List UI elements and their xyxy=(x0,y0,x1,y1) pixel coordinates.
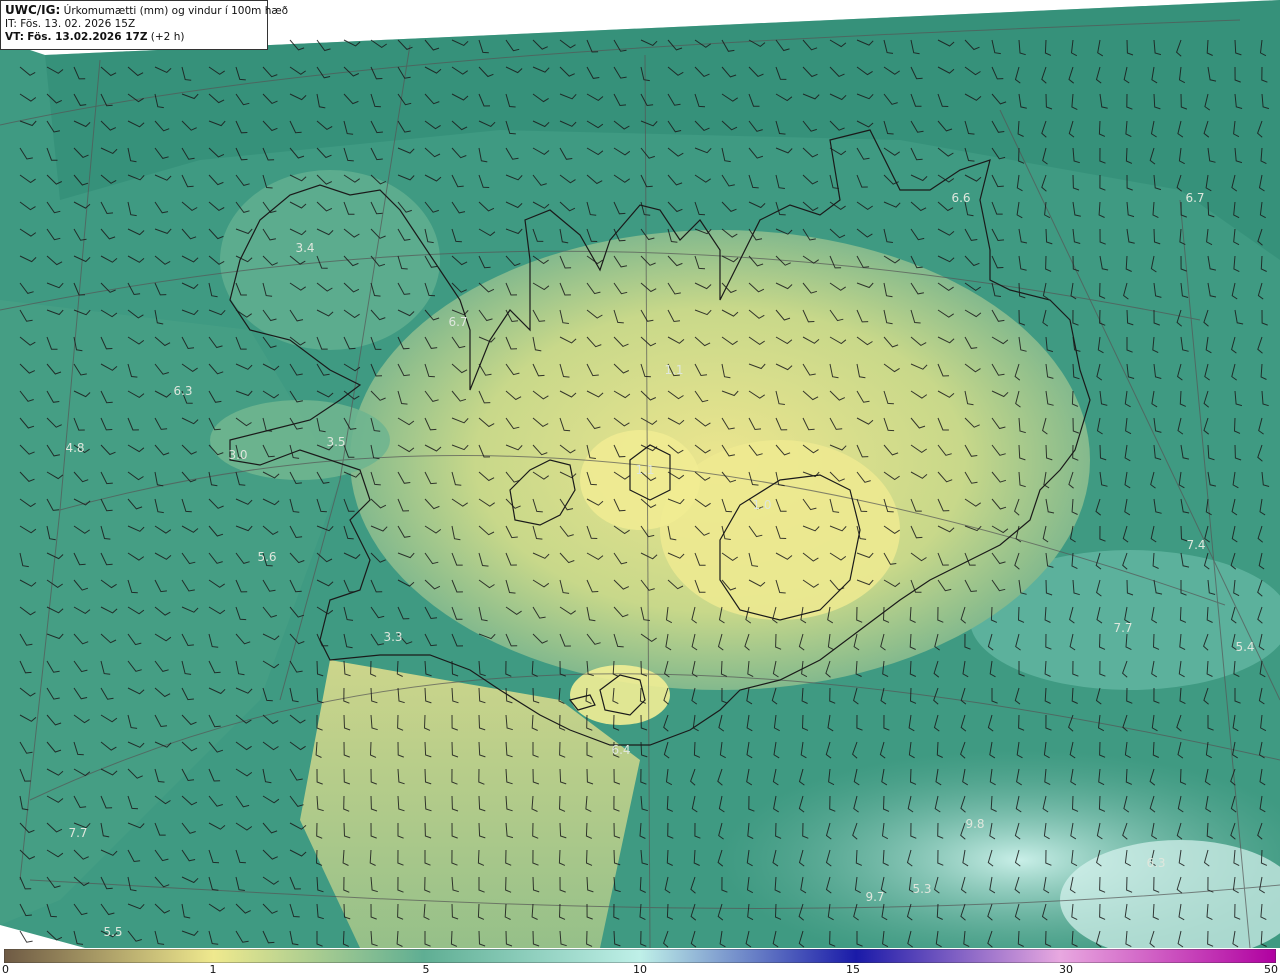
valid-time-offset: (+2 h) xyxy=(150,31,185,43)
title-text: Úrkomumætti (mm) og vindur í 100m hæð xyxy=(63,5,289,17)
map-title: UWC/IG: Úrkomumætti (mm) og vindur í 100… xyxy=(5,3,288,18)
map-value-label: 6.7 xyxy=(448,315,468,329)
map-value-label: 9.8 xyxy=(965,817,985,831)
info-box: UWC/IG: Úrkomumætti (mm) og vindur í 100… xyxy=(0,0,288,50)
map-value-label: 1.0 xyxy=(752,498,772,512)
colorbar-tick-label: 50 xyxy=(1264,963,1278,976)
map-value-label: 5.3 xyxy=(912,882,932,896)
map-value-label: 6.3 xyxy=(173,384,193,398)
map-value-label: 3.4 xyxy=(295,241,315,255)
map-value-label: 3.5 xyxy=(326,435,346,449)
map-value-label: 6.3 xyxy=(1146,856,1166,870)
colorbar-tick-label: 15 xyxy=(846,963,860,976)
map-value-label: 5.5 xyxy=(103,925,123,939)
map-value-label: 9.7 xyxy=(865,890,885,904)
valid-time-prefix: VT: xyxy=(5,31,24,43)
map-value-label: 3.0 xyxy=(228,448,248,462)
init-time: IT: Fös. 13. 02. 2026 15Z xyxy=(5,18,136,30)
map-value-label: 3.3 xyxy=(383,630,403,644)
map-value-label: 1.1 xyxy=(635,463,655,477)
map-value-label: 4.8 xyxy=(65,441,85,455)
map-value-label: 7.4 xyxy=(1186,538,1206,552)
product-code: UWC/IG: xyxy=(5,3,61,17)
map-value-label: 6.4 xyxy=(611,743,631,757)
colorbar-tick-label: 10 xyxy=(633,963,647,976)
colorbar-tick-label: 0 xyxy=(2,963,9,976)
colorbar-tick-label: 1 xyxy=(209,963,217,976)
colorbar-tick-label: 30 xyxy=(1059,963,1073,976)
map-value-label: 6.7 xyxy=(1185,191,1205,205)
valid-time-value: Fös. 13.02.2026 17Z xyxy=(27,31,148,43)
valid-time: VT: Fös. 13.02.2026 17Z (+2 h) xyxy=(5,31,263,44)
colorbar-tick-label: 5 xyxy=(422,963,430,976)
map-value-label: 7.7 xyxy=(68,826,88,840)
map-value-label: 5.4 xyxy=(1235,640,1255,654)
map-value-label: 6.6 xyxy=(951,191,971,205)
map-value-label: 7.7 xyxy=(1113,621,1133,635)
map-value-label: 1.1 xyxy=(664,363,684,377)
map-value-label: 5.6 xyxy=(257,550,277,564)
colorbar xyxy=(4,949,1276,963)
